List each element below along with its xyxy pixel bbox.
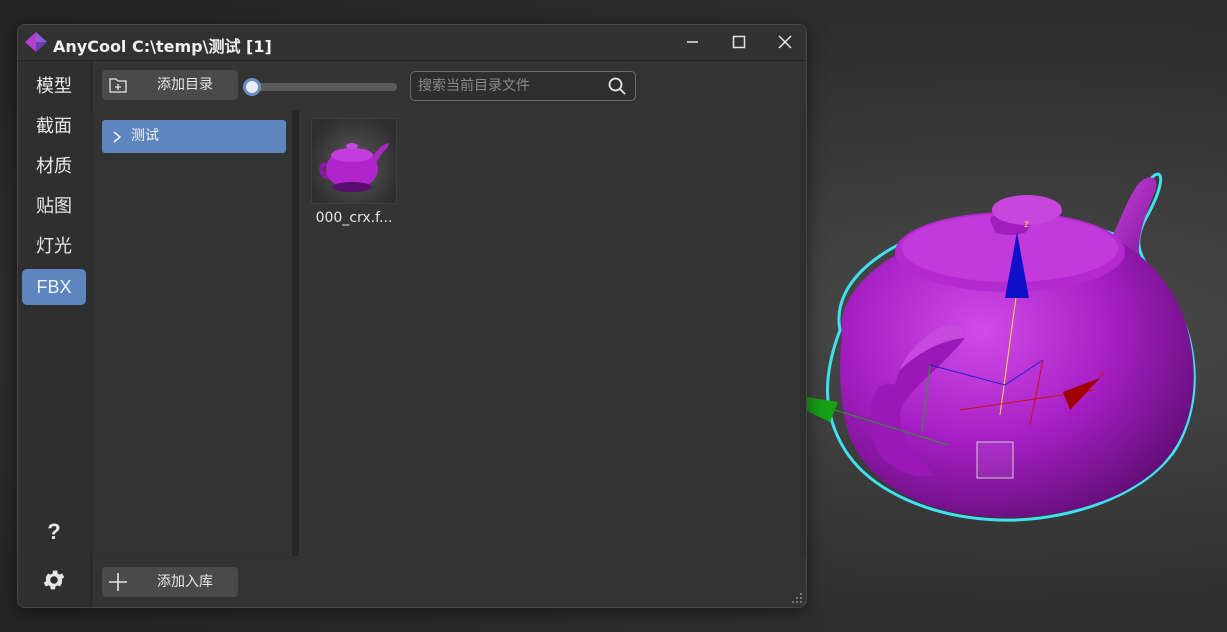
gizmo-z-label: z <box>1024 219 1029 230</box>
resize-grip-icon[interactable] <box>791 592 803 604</box>
gizmo-center-box[interactable] <box>976 441 1014 479</box>
anycool-logo-icon <box>25 32 47 52</box>
sidebar-item-model[interactable]: 模型 <box>22 69 86 105</box>
close-button[interactable] <box>773 31 797 53</box>
tree-item-label: 测试 <box>131 128 159 144</box>
help-button[interactable]: ? <box>41 519 67 545</box>
thumbnail-size-slider[interactable] <box>243 78 397 96</box>
add-to-library-button[interactable]: 添加入库 <box>102 567 238 597</box>
gear-icon <box>43 570 65 590</box>
settings-button[interactable] <box>41 567 67 593</box>
toolbar: 添加目录 <box>92 61 806 111</box>
anycool-window: AnyCool C:\temp\测试 [1] 模型 截面 材质 贴图 灯光 FB… <box>17 24 807 608</box>
sidebar-item-texture[interactable]: 贴图 <box>22 189 86 225</box>
bottom-bar: 添加入库 <box>92 557 806 607</box>
minimize-icon <box>687 41 698 43</box>
directory-tree: 测试 <box>95 111 299 556</box>
sidebar: 模型 截面 材质 贴图 灯光 FBX ? <box>18 61 92 607</box>
add-directory-label: 添加目录 <box>157 77 213 93</box>
folder-plus-icon <box>109 78 127 93</box>
maximize-icon <box>732 35 746 49</box>
sidebar-item-section[interactable]: 截面 <box>22 109 86 145</box>
search-icon[interactable] <box>607 76 627 96</box>
file-grid: 000_crx.f... <box>299 111 800 556</box>
sidebar-item-fbx[interactable]: FBX <box>22 269 86 305</box>
close-icon <box>778 35 792 49</box>
chevron-right-icon[interactable] <box>110 129 124 145</box>
sidebar-item-material[interactable]: 材质 <box>22 149 86 185</box>
search-box <box>410 71 636 101</box>
maximize-button[interactable] <box>727 31 751 53</box>
file-item[interactable]: 000_crx.f... <box>311 118 397 233</box>
title-bar[interactable]: AnyCool C:\temp\测试 [1] <box>18 25 806 61</box>
sidebar-item-light[interactable]: 灯光 <box>22 229 86 265</box>
add-to-library-label: 添加入库 <box>157 574 213 590</box>
window-title: AnyCool C:\temp\测试 [1] <box>53 37 272 56</box>
search-input[interactable] <box>418 74 598 98</box>
teapot-thumbnail <box>311 118 397 204</box>
plus-icon <box>109 573 127 591</box>
gizmo-x-label: x <box>1100 369 1105 380</box>
minimize-button[interactable] <box>680 31 704 53</box>
tree-item-test[interactable]: 测试 <box>102 120 286 153</box>
slider-thumb[interactable] <box>243 78 261 96</box>
add-directory-button[interactable]: 添加目录 <box>102 70 238 100</box>
file-name: 000_crx.f... <box>315 210 393 226</box>
teapot-model[interactable]: z x <box>800 170 1210 530</box>
